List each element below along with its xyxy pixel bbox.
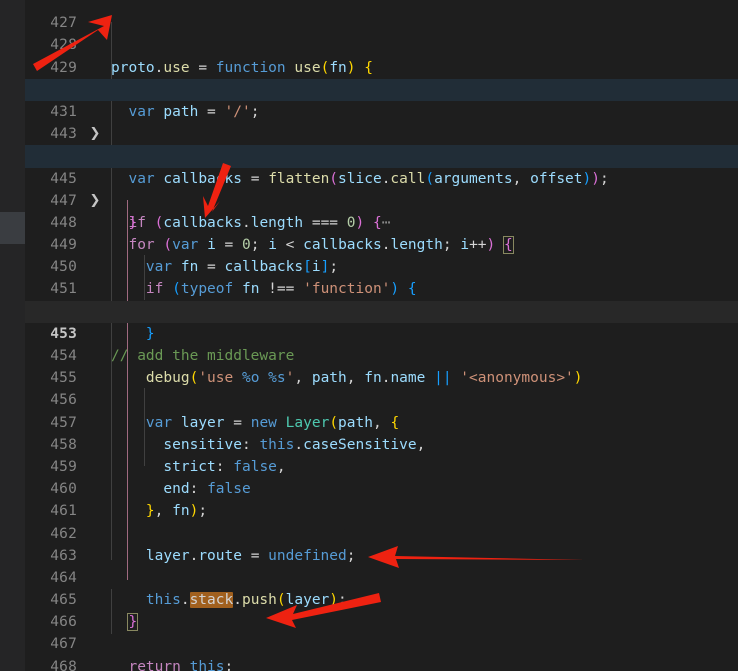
code-line[interactable]: 443 } — [25, 101, 738, 164]
code-line[interactable]: 463 — [25, 523, 738, 564]
editor-left-strip — [0, 0, 25, 671]
code-editor-screenshot: 427 428 proto.use = function use(fn) { 4… — [0, 0, 738, 671]
code-line[interactable]: 457 sensitive: this.caseSensitive, — [25, 389, 738, 453]
code-line-list: 427 428 proto.use = function use(fn) { 4… — [25, 0, 738, 671]
code-line[interactable]: 455 — [25, 345, 738, 386]
code-line[interactable]: 458 strict: false, — [25, 412, 738, 475]
code-line[interactable]: 450 if (typeof fn !== 'function') { — [25, 234, 738, 297]
code-line[interactable]: 468 }; — [25, 633, 738, 671]
code-line[interactable]: 465 } — [25, 567, 738, 632]
code-line[interactable]: 456 var layer = new Layer(path, { — [25, 367, 738, 430]
code-line[interactable]: 451 throw new TypeError('Router.use() re… — [25, 256, 738, 319]
code-line[interactable]: 464 this.stack.push(layer); — [25, 545, 738, 609]
code-line[interactable]: 427 — [25, 0, 738, 31]
code-line[interactable]: 462 layer.route = undefined; — [25, 500, 738, 564]
code-line[interactable]: 444 var callbacks = flatten(slice.call(a… — [25, 123, 738, 186]
code-line[interactable]: 467 return this; — [25, 611, 738, 671]
code-line-folded[interactable]: 445 ❯ if (callbacks.length === 0) {⋯ — [25, 145, 738, 231]
code-line[interactable]: 430 var path = '/'; — [25, 57, 738, 120]
code-line-folded[interactable]: 431 ❯ if (typeof fn !== 'function') {⋯ — [25, 78, 738, 164]
code-line[interactable]: 428 proto.use = function use(fn) { — [25, 12, 738, 75]
editor-body[interactable]: 427 428 proto.use = function use(fn) { 4… — [25, 0, 738, 671]
code-line[interactable]: 452 } — [25, 278, 738, 342]
code-line[interactable]: 459 end: false — [25, 434, 738, 497]
code-line[interactable]: 429 var offset = 0; — [25, 34, 738, 98]
code-line[interactable]: 447 } — [25, 168, 738, 231]
code-line[interactable]: 469 — [25, 656, 738, 671]
code-line[interactable]: 466 — [25, 589, 738, 630]
code-line[interactable]: 448 for (var i = 0; i < callbacks.length… — [25, 190, 738, 255]
code-line[interactable]: 454 debug('use %o %s', path, fn.name || … — [25, 323, 738, 386]
code-line-current[interactable]: 453 // add the middleware — [25, 300, 738, 364]
code-line[interactable]: 461 — [25, 478, 738, 519]
code-line[interactable]: 460 }, fn); — [25, 456, 738, 519]
code-line[interactable]: 449 var fn = callbacks[i]; — [25, 212, 738, 275]
overview-ruler-mark[interactable] — [0, 212, 25, 244]
